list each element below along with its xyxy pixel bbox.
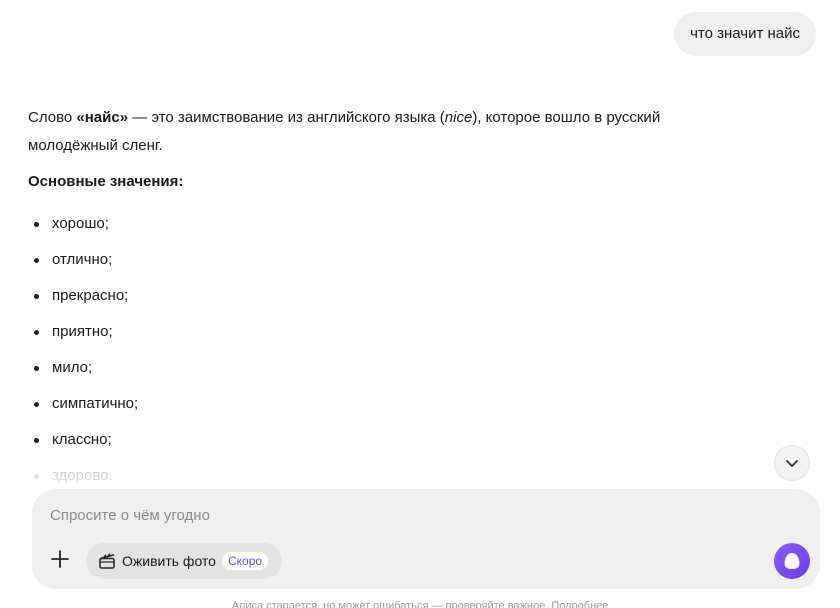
soon-badge: Скоро [221,552,269,570]
plus-icon [51,550,69,568]
intro-english-word: nice [444,109,473,126]
intro-middle: — это заимствование из английского языка… [128,109,445,126]
clapperboard-icon [99,553,115,569]
message-input[interactable] [50,501,790,529]
intro-term: «найс» [76,109,129,126]
composer-panel: Оживить фото Скоро [32,489,820,589]
user-message-bubble: что значит найс [674,12,816,56]
meanings-heading: Основные значения: [28,173,184,190]
list-item: симпатично; [28,386,728,422]
answer-intro: Слово «найс» — это заимствование из англ… [28,104,728,160]
scroll-down-button[interactable] [774,445,810,481]
list-item: приятно; [28,314,728,350]
list-item: отлично; [28,242,728,278]
animate-photo-button[interactable]: Оживить фото Скоро [86,543,283,579]
disclaimer-text: Алиса старается, но может ошибаться — пр… [231,600,609,608]
chevron-down-icon [786,460,798,467]
alice-icon [784,553,800,569]
list-item: мило; [28,350,728,386]
animate-photo-label: Оживить фото [122,553,216,569]
list-item: классно; [28,422,728,458]
assistant-answer: Слово «найс» — это заимствование из англ… [28,104,728,494]
alice-voice-button[interactable] [774,543,810,579]
add-attachment-button[interactable] [46,545,74,573]
list-item: хорошо; [28,206,728,242]
chat-page: что значит найс Слово «найс» — это заимс… [0,0,840,608]
list-item: прекрасно; [28,278,728,314]
meanings-list: хорошо; отлично; прекрасно; приятно; мил… [28,206,728,494]
intro-before: Слово [28,109,77,126]
